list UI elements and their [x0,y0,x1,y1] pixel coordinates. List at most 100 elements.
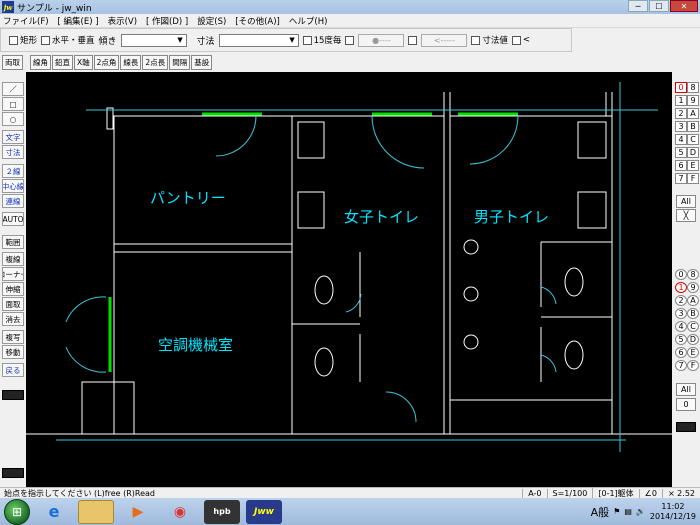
arrow-mode-checkbox[interactable] [408,35,418,45]
flag-icon[interactable]: ⚑ [613,507,620,516]
tool-corner[interactable]: コーナー [2,267,24,281]
func-line-length[interactable]: 線長 [120,54,142,70]
tool-dim[interactable]: 寸法 [2,145,24,159]
layer-group-8[interactable]: 8 [687,82,699,93]
tool-auto[interactable]: AUTO [2,212,24,226]
layer-group-f[interactable]: F [687,173,699,184]
minimize-button[interactable]: ─ [628,0,648,12]
angle15-checkbox[interactable]: 15度毎 [302,34,341,46]
status-group[interactable]: [0-1]躯体 [592,487,638,499]
layer-group-a[interactable]: A [687,108,699,119]
hpb-icon[interactable]: hpb [204,499,240,524]
layer-f[interactable]: F [687,360,699,371]
layer-2[interactable]: 2 [675,295,687,306]
clock[interactable]: 11:02 2014/12/19 [650,502,696,522]
menu-edit[interactable]: [ 編集(E) ] [58,15,99,27]
layer-group-3[interactable]: 3 [675,121,687,132]
close-button[interactable]: ✕ [670,0,698,12]
layer-group-d[interactable]: D [687,147,699,158]
tool-text[interactable]: 文字 [2,130,24,144]
tool-offset[interactable]: 複線 [2,252,24,266]
maximize-button[interactable]: ☐ [649,0,669,12]
func-both-take[interactable]: 両取 [2,54,23,70]
layer-e[interactable]: E [687,347,699,358]
tool-double-line[interactable]: ２線 [2,164,24,178]
layer-4[interactable]: 4 [675,321,687,332]
layer-group-x-button[interactable]: ╳ [676,209,696,222]
tool-copy[interactable]: 複写 [2,330,24,344]
menu-view[interactable]: 表示(V) [108,15,137,27]
layer-d[interactable]: D [687,334,699,345]
layer-zero-button[interactable]: 0 [676,398,696,411]
layer-group-2[interactable]: 2 [675,108,687,119]
layer-group-c[interactable]: C [687,134,699,145]
layer-group-b[interactable]: B [687,121,699,132]
func-line-angle[interactable]: 線角 [30,54,51,70]
drawing-canvas[interactable]: パントリー 空調機械室 女子トイレ 男子トイレ [26,72,672,487]
dim-combo[interactable]: ▼ [218,33,299,47]
func-x-axis[interactable]: X軸 [74,54,93,70]
status-layer[interactable]: A-0 [522,488,546,498]
tool-erase[interactable]: 消去 [2,312,24,326]
circle-mode-checkbox[interactable] [345,35,355,45]
layer-group-1[interactable]: 1 [675,95,687,106]
layer-group-6[interactable]: 6 [675,160,687,171]
layer-3[interactable]: 3 [675,308,687,319]
tool-chamfer[interactable]: 面取 [2,297,24,311]
dim-value-checkbox[interactable]: 寸法値 [471,34,508,46]
func-2pt-length[interactable]: 2点長 [142,54,169,70]
layer-0[interactable]: 0 [675,269,687,280]
func-base-set[interactable]: 基設 [191,54,213,70]
layer-group-all-button[interactable]: All [676,195,696,208]
layer-group-0[interactable]: 0 [675,82,687,93]
menu-draw[interactable]: [ 作図(D) ] [146,15,188,27]
media-player-icon[interactable]: ▶ [120,500,156,524]
volume-icon[interactable]: 🔊 [636,507,646,516]
func-vertical[interactable]: 鉛直 [52,54,73,70]
tool-center-line[interactable]: 中心線 [2,179,24,193]
tool-undo[interactable]: 戻る [2,363,24,377]
tool-circle[interactable]: ○ [2,112,24,126]
tool-line[interactable]: ／ [2,82,24,96]
status-angle[interactable]: ∠0 [638,488,662,498]
layer-c[interactable]: C [687,321,699,332]
layer-group-9[interactable]: 9 [687,95,699,106]
network-icon[interactable]: ▤ [624,507,632,516]
menu-other[interactable]: [その他(A)] [235,15,280,27]
explorer-icon[interactable] [78,499,114,524]
rect-checkbox[interactable]: 矩形 [9,34,37,46]
ie-icon[interactable]: e [36,500,72,524]
tool-rect[interactable]: □ [2,97,24,111]
layer-8[interactable]: 8 [687,269,699,280]
menu-settings[interactable]: 設定(S) [197,15,226,27]
slope-combo[interactable]: ▼ [120,33,187,47]
line-type-swatch[interactable] [2,468,24,478]
menu-help[interactable]: ヘルプ(H) [289,15,328,27]
layer-a[interactable]: A [687,295,699,306]
status-zoom[interactable]: × 2.52 [661,488,700,498]
layer-b[interactable]: B [687,308,699,319]
func-interval[interactable]: 間隔 [169,54,191,70]
layer-group-e[interactable]: E [687,160,699,171]
tool-range[interactable]: 範囲 [2,235,24,249]
hv-checkbox[interactable]: 水平・垂直 [41,34,95,46]
func-2pt-angle[interactable]: 2点角 [93,54,120,70]
layer-6[interactable]: 6 [675,347,687,358]
ime-indicator[interactable]: A般 [591,504,610,520]
layer-group-7[interactable]: 7 [675,173,687,184]
layer-swatch[interactable] [676,422,696,432]
layer-group-4[interactable]: 4 [675,134,687,145]
layer-5[interactable]: 5 [675,334,687,345]
status-scale[interactable]: S=1/100 [546,488,593,498]
line-color-swatch[interactable] [2,390,24,400]
circle-dash-button[interactable]: ●---- [358,33,405,47]
layer-7[interactable]: 7 [675,360,687,371]
layer-1[interactable]: 1 [675,282,687,293]
start-button[interactable]: ⊞ [4,498,30,525]
lt-checkbox[interactable]: < [511,35,530,45]
menu-file[interactable]: ファイル(F) [3,15,49,27]
tool-extend[interactable]: 伸縮 [2,282,24,296]
tool-continuous-line[interactable]: 連線 [2,194,24,208]
layer-all-button[interactable]: All [676,383,696,396]
layer-group-5[interactable]: 5 [675,147,687,158]
